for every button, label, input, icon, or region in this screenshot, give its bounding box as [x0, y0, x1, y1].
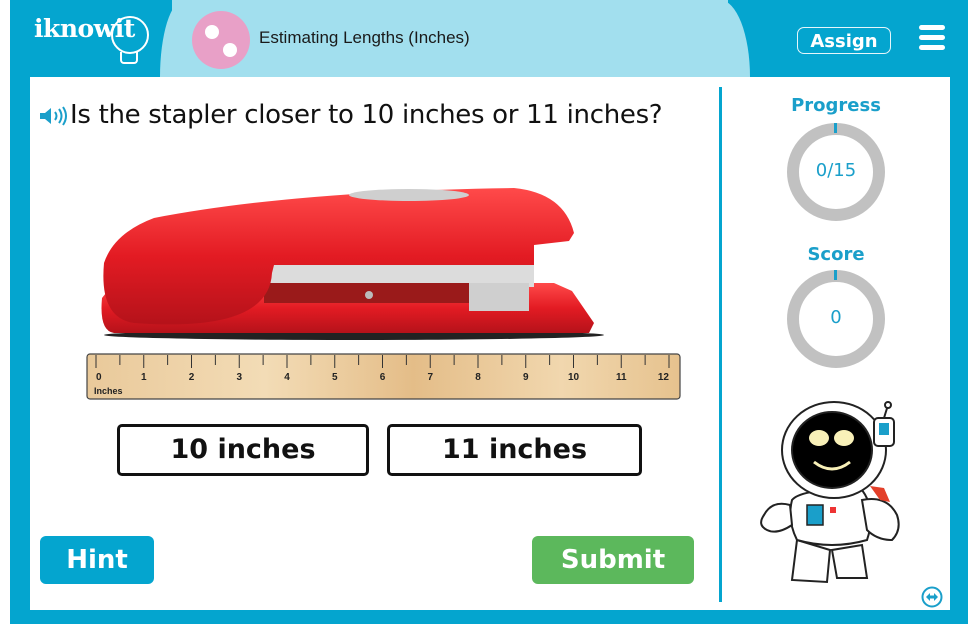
ruler-image: 0 1 2 3 4 5 6 7 8 9 10 11 12Inches — [86, 353, 681, 400]
ruler-tick-label: 9 — [523, 372, 529, 383]
ruler-tick-label: 3 — [236, 372, 242, 383]
ruler-tick-label: 1 — [141, 372, 147, 383]
ruler-tick-label: 10 — [568, 372, 580, 383]
stapler-image — [101, 188, 604, 340]
ruler-unit-label: Inches — [94, 386, 123, 396]
answer-option-11-inches[interactable]: 11 inches — [387, 424, 642, 476]
ruler-tick-label: 7 — [427, 372, 433, 383]
progress-ring: 0/15 — [787, 123, 885, 221]
score-ring-marker — [834, 270, 837, 280]
topic-title: Estimating Lengths (Inches) — [259, 28, 470, 47]
lightbulb-base-icon — [120, 52, 138, 64]
score-value: 0 — [830, 307, 842, 328]
ruler-tick-label: 12 — [658, 372, 670, 383]
hint-button[interactable]: Hint — [40, 536, 154, 584]
ruler-tick-label: 5 — [332, 372, 338, 383]
progress-ring-marker — [834, 123, 837, 133]
panel-divider — [719, 87, 722, 602]
progress-label: Progress — [791, 95, 881, 116]
lightbulb-icon — [111, 16, 149, 54]
ruler-tick-label: 11 — [616, 372, 627, 383]
astronaut-mascot — [760, 401, 900, 584]
ruler-tick-label: 4 — [284, 372, 290, 383]
score-ring: 0 — [787, 270, 885, 368]
swap-horizontal-icon[interactable] — [921, 586, 943, 608]
progress-value: 0/15 — [815, 160, 857, 181]
answer-option-10-inches[interactable]: 10 inches — [117, 424, 369, 476]
topic-icon — [192, 11, 250, 69]
ruler-tick-label: 2 — [189, 372, 195, 383]
ruler-tick-label: 0 — [96, 372, 102, 383]
ruler-tick-label: 6 — [380, 372, 386, 383]
assign-button[interactable]: Assign — [797, 27, 891, 54]
question-text: Is the stapler closer to 10 inches or 11… — [70, 100, 663, 130]
speaker-icon[interactable] — [38, 106, 68, 126]
submit-button[interactable]: Submit — [532, 536, 694, 584]
ruler-tick-label: 8 — [475, 372, 481, 383]
hamburger-menu-icon[interactable] — [919, 25, 945, 51]
score-label: Score — [807, 244, 865, 265]
